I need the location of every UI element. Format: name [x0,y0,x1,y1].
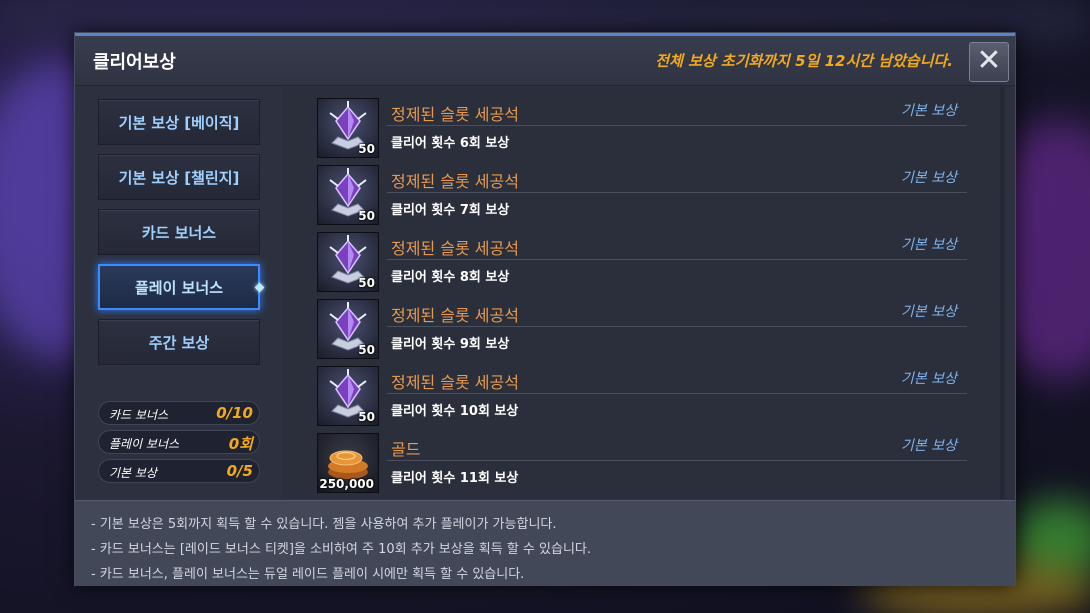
close-button[interactable]: ✕ [969,42,1009,82]
item-name: 정제된 슬롯 세공석 [391,172,519,191]
reward-type-label: 기본 보상 [901,304,957,320]
reward-type-label: 기본 보상 [901,170,957,186]
row-divider [387,192,967,193]
tab-label: 주간 보상 [148,333,210,352]
stat-value: 0회 [228,435,253,453]
reward-condition: 클리어 횟수 6회 보상 [391,136,510,151]
item-name: 정제된 슬롯 세공석 [391,306,519,325]
item-quantity: 50 [358,343,375,357]
reward-type-label: 기본 보상 [901,237,957,253]
item-quantity: 50 [358,142,375,156]
dialog-header: 클리어보상 전체 보상 초기화까지 5일 12시간 남았습니다. ✕ [75,36,1015,86]
tab-play-bonus[interactable]: 플레이 보너스 [98,264,260,310]
stat-value: 0/10 [216,404,253,422]
stat-play-bonus: 플레이 보너스 0회 [98,430,260,454]
reward-condition: 클리어 횟수 10회 보상 [391,404,519,419]
stat-label: 플레이 보너스 [109,437,180,451]
slot-gem-icon: 50 [317,299,379,359]
slot-gem-icon: 50 [317,232,379,292]
tab-card-bonus[interactable]: 카드 보너스 [98,209,260,255]
tab-label: 기본 보상 [베이직] [118,113,240,132]
item-quantity: 50 [358,209,375,223]
row-divider [387,393,967,394]
dialog-title: 클리어보상 [93,52,176,73]
tab-label: 플레이 보너스 [134,278,224,297]
tab-basic-reward-basic[interactable]: 기본 보상 [베이직] [98,99,260,145]
reward-type-label: 기본 보상 [901,438,957,454]
item-quantity: 250,000 [319,477,374,491]
stat-value: 0/5 [226,462,253,480]
stat-basic-reward: 기본 보상 0/5 [98,459,260,483]
footer-note: - 기본 보상은 5회까지 획득 할 수 있습니다. 젬을 사용하여 추가 플레… [91,517,557,532]
item-name: 정제된 슬롯 세공석 [391,373,519,392]
close-icon: ✕ [976,43,1002,78]
list-scrollbar[interactable] [1000,87,1004,499]
reward-condition: 클리어 횟수 9회 보상 [391,337,510,352]
row-divider [387,326,967,327]
tab-weekly-reward[interactable]: 주간 보상 [98,319,260,365]
reward-type-label: 기본 보상 [901,371,957,387]
reward-condition: 클리어 횟수 7회 보상 [391,203,510,218]
stat-card-bonus: 카드 보너스 0/10 [98,401,260,425]
item-name: 정제된 슬롯 세공석 [391,105,519,124]
slot-gem-icon: 50 [317,366,379,426]
item-quantity: 50 [358,410,375,424]
row-divider [387,460,967,461]
reset-timer-notice: 전체 보상 초기화까지 5일 12시간 남았습니다. [655,52,953,70]
slot-gem-icon: 50 [317,165,379,225]
list-item: 50 정제된 슬롯 세공석 기본 보상 클리어 횟수 9회 보상 [283,297,1007,364]
tab-label: 기본 보상 [챌린지] [118,168,240,187]
clear-reward-dialog: 클리어보상 전체 보상 초기화까지 5일 12시간 남았습니다. ✕ 기본 보상… [74,32,1016,586]
list-item: 50 정제된 슬롯 세공석 기본 보상 클리어 횟수 6회 보상 [283,96,1007,163]
row-divider [387,259,967,260]
stat-label: 기본 보상 [109,466,157,480]
row-divider [387,125,967,126]
tab-basic-reward-challenge[interactable]: 기본 보상 [챌린지] [98,154,260,200]
reward-list[interactable]: 50 정제된 슬롯 세공석 기본 보상 클리어 횟수 6회 보상 50 정제된 … [283,87,1007,499]
gold-coins-icon: 250,000 [317,433,379,493]
footer-note: - 카드 보너스, 플레이 보너스는 듀얼 레이드 플레이 시에만 획득 할 수… [91,567,525,582]
stat-label: 카드 보너스 [109,408,169,422]
item-name: 골드 [391,440,421,459]
slot-gem-icon: 50 [317,98,379,158]
list-item: 250,000 골드 기본 보상 클리어 횟수 11회 보상 [283,431,1007,498]
list-item: 50 정제된 슬롯 세공석 기본 보상 클리어 횟수 8회 보상 [283,230,1007,297]
reward-category-sidebar: 기본 보상 [베이직] 기본 보상 [챌린지] 카드 보너스 플레이 보너스 주… [75,87,280,499]
item-name: 정제된 슬롯 세공석 [391,239,519,258]
reward-condition: 클리어 횟수 11회 보상 [391,471,519,486]
tab-label: 카드 보너스 [141,223,217,242]
list-item: 50 정제된 슬롯 세공석 기본 보상 클리어 횟수 7회 보상 [283,163,1007,230]
footer-note: - 카드 보너스는 [레이드 보너스 티켓]을 소비하여 주 10회 추가 보상… [91,542,592,557]
reward-notes-footer: - 기본 보상은 5회까지 획득 할 수 있습니다. 젬을 사용하여 추가 플레… [75,500,1015,586]
reward-type-label: 기본 보상 [901,103,957,119]
list-item: 50 정제된 슬롯 세공석 기본 보상 클리어 횟수 10회 보상 [283,364,1007,431]
item-quantity: 50 [358,276,375,290]
reward-condition: 클리어 횟수 8회 보상 [391,270,510,285]
